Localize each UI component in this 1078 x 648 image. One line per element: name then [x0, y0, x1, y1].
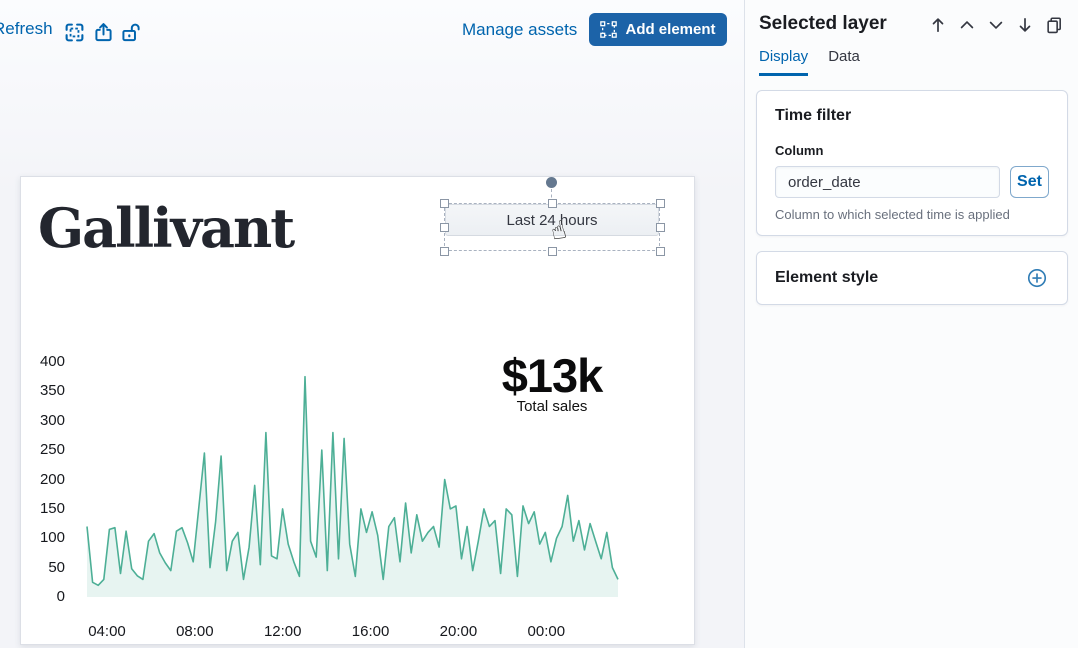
- export-button[interactable]: [91, 20, 115, 44]
- selection-handle[interactable]: [440, 199, 449, 208]
- selection-handle[interactable]: [656, 247, 665, 256]
- selection-handle[interactable]: [548, 247, 557, 256]
- x-tick-label: 20:00: [428, 623, 488, 640]
- plus-circle-icon: [1027, 268, 1047, 288]
- refresh-link[interactable]: Refresh: [0, 19, 53, 39]
- chart-y-axis: 0 50 100 150 200 250 300 350 400: [20, 352, 65, 607]
- duplicate-layer-button[interactable]: [1044, 15, 1064, 35]
- move-down-button[interactable]: [986, 15, 1006, 35]
- y-tick-label: 300: [20, 412, 65, 429]
- arrow-down-icon: [1016, 16, 1034, 34]
- selection-handle[interactable]: [656, 223, 665, 232]
- chart-x-axis: 04:0008:0012:0016:0020:0000:00: [85, 623, 630, 643]
- selection-handle[interactable]: [440, 247, 449, 256]
- export-icon: [93, 22, 114, 43]
- fullscreen-button[interactable]: [62, 20, 86, 44]
- selection-handle[interactable]: [440, 223, 449, 232]
- add-element-icon: [600, 21, 617, 38]
- y-tick-label: 400: [20, 353, 65, 370]
- move-up-button[interactable]: [957, 15, 977, 35]
- arrow-up-icon: [929, 16, 947, 34]
- tab-data[interactable]: Data: [828, 48, 860, 76]
- sidebar-tabs: Display Data: [759, 48, 860, 76]
- element-style-heading: Element style: [775, 269, 878, 287]
- x-tick-label: 16:00: [341, 623, 401, 640]
- manage-assets-link[interactable]: Manage assets: [462, 20, 577, 40]
- chevron-up-icon: [958, 16, 976, 34]
- sidebar-title: Selected layer: [759, 13, 887, 35]
- add-element-button[interactable]: Add element: [589, 13, 727, 46]
- column-input[interactable]: [775, 166, 1000, 198]
- x-tick-label: 00:00: [516, 623, 576, 640]
- selection-handle[interactable]: [656, 199, 665, 208]
- unlock-icon: [120, 22, 141, 43]
- x-tick-label: 04:00: [77, 623, 137, 640]
- tab-display[interactable]: Display: [759, 48, 808, 76]
- duplicate-icon: [1045, 16, 1063, 34]
- y-tick-label: 0: [20, 588, 65, 605]
- x-tick-label: 08:00: [165, 623, 225, 640]
- rotation-handle[interactable]: [546, 177, 557, 188]
- fullscreen-icon: [64, 22, 85, 43]
- selection-handle[interactable]: [548, 199, 557, 208]
- unlock-button[interactable]: [118, 20, 142, 44]
- move-to-top-button[interactable]: [928, 15, 948, 35]
- column-label: Column: [775, 143, 1049, 158]
- column-help-text: Column to which selected time is applied: [775, 207, 1049, 222]
- x-tick-label: 12:00: [253, 623, 313, 640]
- y-tick-label: 100: [20, 529, 65, 546]
- y-tick-label: 200: [20, 471, 65, 488]
- add-style-button[interactable]: [1025, 266, 1049, 290]
- y-tick-label: 250: [20, 441, 65, 458]
- settings-sidebar: Selected layer Display Data Time filter …: [744, 0, 1078, 648]
- element-style-panel: Element style: [756, 251, 1068, 305]
- y-tick-label: 150: [20, 500, 65, 517]
- set-button[interactable]: Set: [1010, 166, 1049, 198]
- y-tick-label: 350: [20, 382, 65, 399]
- time-filter-element[interactable]: Last 24 hours: [445, 204, 659, 236]
- sales-area-chart[interactable]: [85, 352, 620, 602]
- chevron-down-icon: [987, 16, 1005, 34]
- time-filter-heading: Time filter: [775, 107, 1049, 125]
- time-filter-panel: Time filter Column Set Column to which s…: [756, 90, 1068, 236]
- add-element-label: Add element: [625, 21, 715, 38]
- gallivant-logo[interactable]: Gallivant: [38, 196, 318, 260]
- move-to-bottom-button[interactable]: [1015, 15, 1035, 35]
- y-tick-label: 50: [20, 559, 65, 576]
